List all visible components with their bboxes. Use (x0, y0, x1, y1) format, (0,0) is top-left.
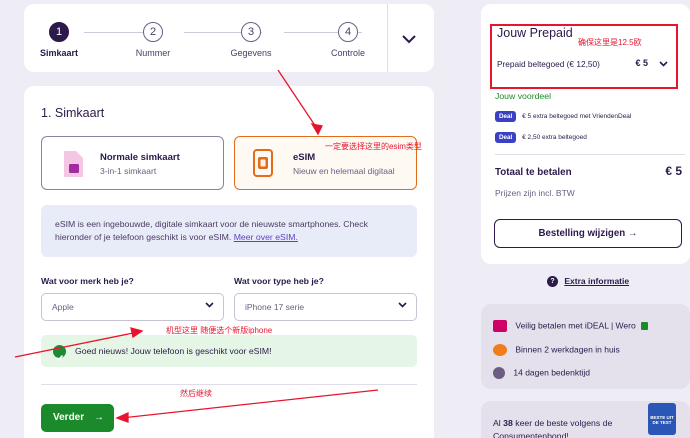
voordeel-label: Jouw voordeel (495, 91, 552, 101)
arrow-right-icon: → (94, 412, 104, 423)
postnl-icon (493, 344, 507, 356)
type-select[interactable]: iPhone 17 serie (234, 293, 417, 321)
option-title: Normale simkaart (100, 152, 180, 163)
brand-select[interactable]: Apple (41, 293, 224, 321)
plan-select[interactable]: Prepaid beltegoed (€ 12,50) (497, 59, 600, 69)
esim-icon (253, 149, 273, 177)
plan-highlight-box: Jouw Prepaid Prepaid beltegoed (€ 12,50)… (490, 24, 678, 89)
deal-text: € 5 extra beltegoed met VriendenDeal (522, 113, 632, 120)
simcard-icon (64, 151, 83, 177)
verder-button[interactable]: Verder → (41, 404, 114, 432)
annotation-continue: 然后继续 (180, 389, 212, 398)
review-prefix: Al (493, 418, 504, 428)
deal-item: Deal € 5 extra beltegoed met VriendenDea… (495, 111, 631, 122)
extra-informatie[interactable]: ? Extra informatie (481, 269, 690, 293)
type-label: Wat voor type heb je? (234, 276, 324, 286)
compatibility-success-message: Goed nieuws! Jouw telefoon is geschikt v… (41, 335, 417, 367)
section-title: 1. Simkaart (41, 106, 105, 120)
annotation-price: 确保这里是12.5欧 (578, 38, 642, 47)
step-label: Controle (330, 48, 366, 58)
trust-item: 14 dagen bedenktijd (493, 367, 590, 379)
simkaart-form: 1. Simkaart Normale simkaart 3-in-1 simk… (24, 86, 434, 438)
step-number: 1 (49, 22, 69, 42)
deal-text: € 2,50 extra beltegoed (522, 134, 587, 141)
step-number: 4 (338, 22, 358, 42)
review-count: 38 (503, 418, 513, 428)
step-nummer[interactable]: 2 Nummer (118, 22, 188, 58)
bestelling-wijzigen-button[interactable]: Bestelling wijzigen → (494, 219, 682, 248)
step-label: Nummer (135, 48, 171, 58)
trust-text: Veilig betalen met iDEAL | Wero (515, 320, 636, 331)
summary-title: Jouw Prepaid (497, 26, 573, 40)
step-gegevens[interactable]: 3 Gegevens (216, 22, 286, 58)
chevron-down-icon (402, 34, 416, 43)
wijzig-label: Bestelling wijzigen (538, 228, 626, 239)
question-icon: ? (547, 276, 558, 288)
trust-panel: Veilig betalen met iDEAL | Wero Binnen 2… (481, 304, 690, 389)
lock-icon (641, 322, 649, 330)
trust-text: 14 dagen bedenktijd (513, 367, 590, 378)
beste-uit-de-test-badge: BESTE UIT DE TEST (648, 403, 676, 435)
review-panel: Al 38 keer de beste volgens de Consument… (481, 401, 690, 438)
trust-text: Binnen 2 werkdagen in huis (515, 344, 620, 355)
step-label: Simkaart (39, 48, 79, 58)
annotation-esim: 一定要选择这里的esim类型 (325, 142, 422, 151)
total-label: Totaal te betalen (495, 167, 572, 178)
chevron-down-icon[interactable] (659, 61, 668, 67)
step-number: 2 (143, 22, 163, 42)
plan-price: € 5 (635, 58, 648, 68)
chevron-down-icon (205, 302, 214, 308)
ideal-icon (493, 320, 507, 332)
extra-info-link[interactable]: Extra informatie (564, 276, 629, 286)
option-subtitle: Nieuw en helemaal digitaal (293, 166, 395, 176)
stepper-divider (387, 4, 388, 72)
deal-badge: Deal (495, 111, 517, 122)
stepper-expand-button[interactable] (396, 26, 422, 52)
deal-badge: Deal (495, 132, 517, 143)
trust-item: Veilig betalen met iDEAL | Wero (493, 320, 649, 332)
brand-label: Wat voor merk heb je? (41, 276, 134, 286)
option-subtitle: 3-in-1 simkaart (100, 166, 157, 176)
clock-icon (493, 367, 505, 379)
option-normale-simkaart[interactable]: Normale simkaart 3-in-1 simkaart (41, 136, 224, 190)
checkout-stepper: 1 Simkaart 2 Nummer 3 Gegevens 4 Control… (24, 4, 434, 72)
step-number: 3 (241, 22, 261, 42)
esim-info-box: eSIM is een ingebouwde, digitale simkaar… (41, 205, 417, 257)
chevron-down-icon (398, 302, 407, 308)
verder-label: Verder (53, 412, 85, 423)
total-value: € 5 (665, 164, 682, 178)
vat-note: Prijzen zijn incl. BTW (495, 188, 575, 198)
info-text: eSIM is een ingebouwde, digitale simkaar… (55, 219, 368, 242)
arrow-right-icon: → (627, 228, 638, 239)
step-controle[interactable]: 4 Controle (313, 22, 383, 58)
option-title: eSIM (293, 152, 316, 163)
brand-select-value: Apple (52, 302, 74, 312)
more-about-esim-link[interactable]: Meer over eSIM. (234, 232, 298, 242)
step-label: Gegevens (230, 48, 272, 58)
step-simkaart[interactable]: 1 Simkaart (24, 22, 94, 58)
annotation-phone: 机型这里 随便选个新版iphone (166, 326, 273, 335)
check-circle-icon (53, 345, 66, 361)
divider (495, 154, 685, 155)
divider (41, 384, 417, 385)
trust-item: Binnen 2 werkdagen in huis (493, 344, 620, 356)
success-text: Goed nieuws! Jouw telefoon is geschikt v… (75, 346, 272, 356)
review-text: Al 38 keer de beste volgens de Consument… (493, 417, 643, 438)
type-select-value: iPhone 17 serie (245, 302, 305, 312)
deal-item: Deal € 2,50 extra beltegoed (495, 132, 587, 143)
